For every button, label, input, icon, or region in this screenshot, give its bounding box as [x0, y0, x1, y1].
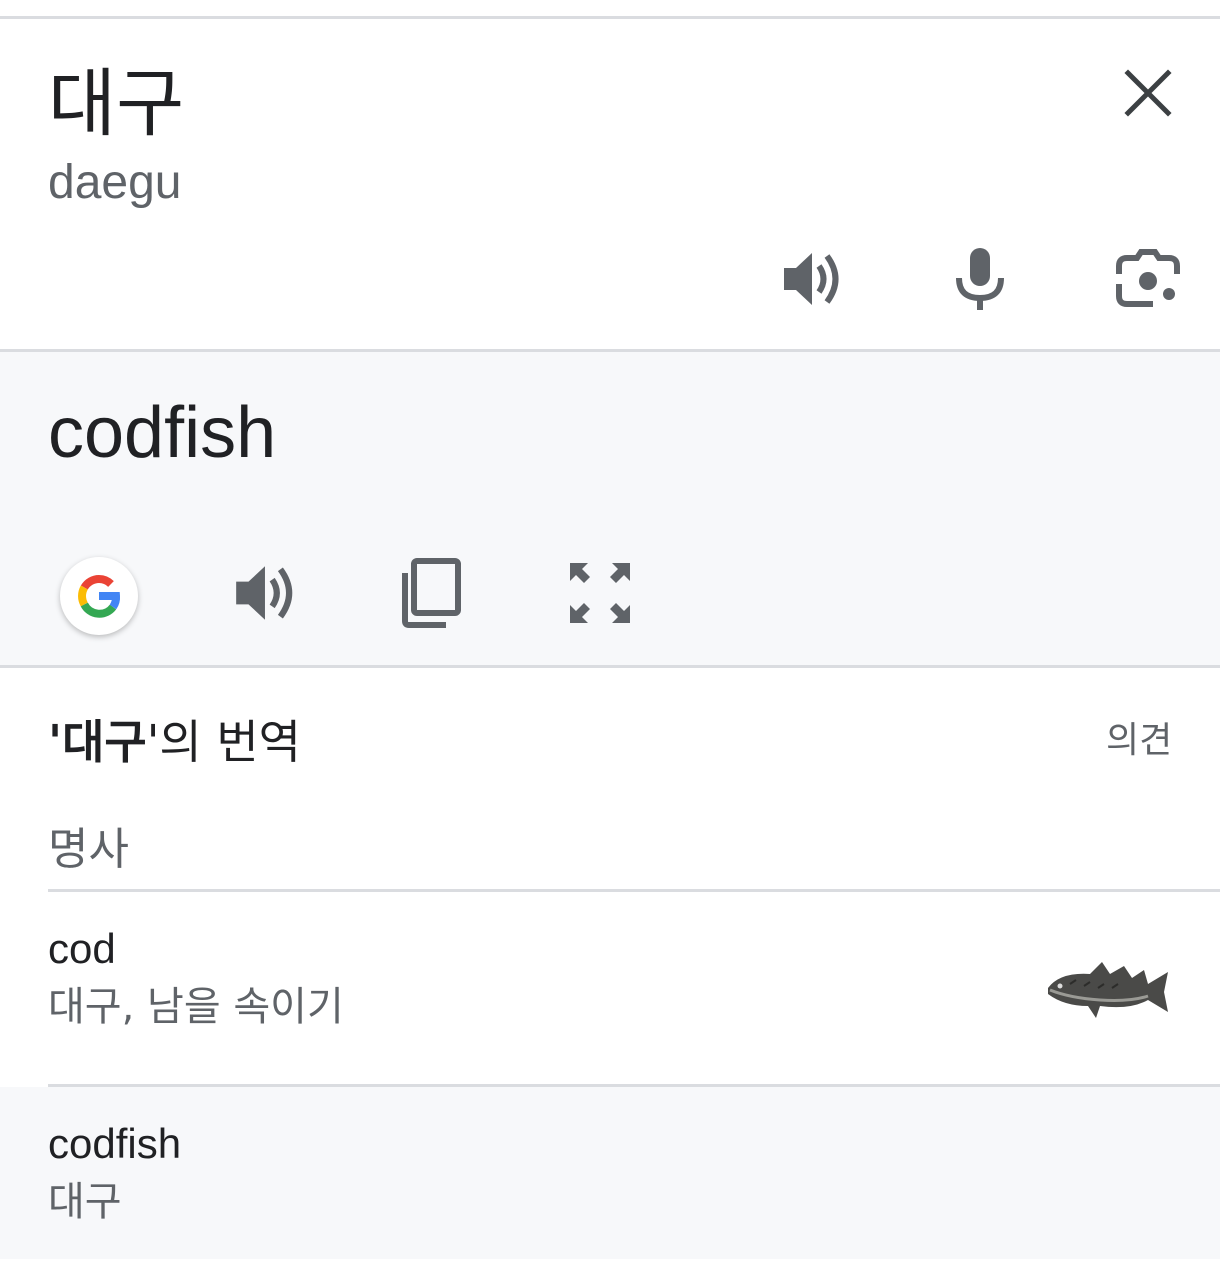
- source-text[interactable]: 대구: [48, 59, 184, 149]
- dictionary-entry[interactable]: codfish 대구: [0, 1087, 1220, 1259]
- google-search-button[interactable]: [60, 557, 138, 635]
- translation-text: codfish: [48, 393, 277, 473]
- entry-translations: 대구, 남을 속이기: [48, 984, 344, 1030]
- speaker-icon[interactable]: [778, 244, 848, 314]
- speaker-icon[interactable]: [230, 557, 302, 629]
- microphone-icon[interactable]: [945, 244, 1015, 314]
- bottom-spacer: [0, 1259, 1220, 1277]
- dictionary-title: '대구'의 번역: [48, 715, 301, 769]
- copy-icon[interactable]: [396, 557, 468, 629]
- source-transliteration: daegu: [48, 156, 182, 209]
- close-icon[interactable]: [1118, 63, 1178, 123]
- fullscreen-icon[interactable]: [564, 557, 636, 629]
- camera-icon[interactable]: [1113, 244, 1183, 314]
- entry-word: cod: [48, 925, 116, 972]
- dictionary-entry[interactable]: cod 대구, 남을 속이기: [0, 892, 1220, 1084]
- fish-image[interactable]: [1040, 944, 1174, 1024]
- translation-panel: codfish: [0, 352, 1220, 665]
- part-of-speech-label: 명사: [48, 824, 129, 875]
- feedback-button[interactable]: 의견: [1106, 716, 1172, 766]
- dictionary-title-suffix: '의 번역: [146, 715, 301, 769]
- panel-divider: [0, 665, 1220, 668]
- google-icon: [78, 575, 121, 618]
- source-panel: 대구 daegu: [0, 19, 1220, 349]
- dictionary-title-word: 대구: [62, 715, 147, 769]
- entry-word: codfish: [48, 1120, 182, 1167]
- entry-translations: 대구: [48, 1179, 122, 1225]
